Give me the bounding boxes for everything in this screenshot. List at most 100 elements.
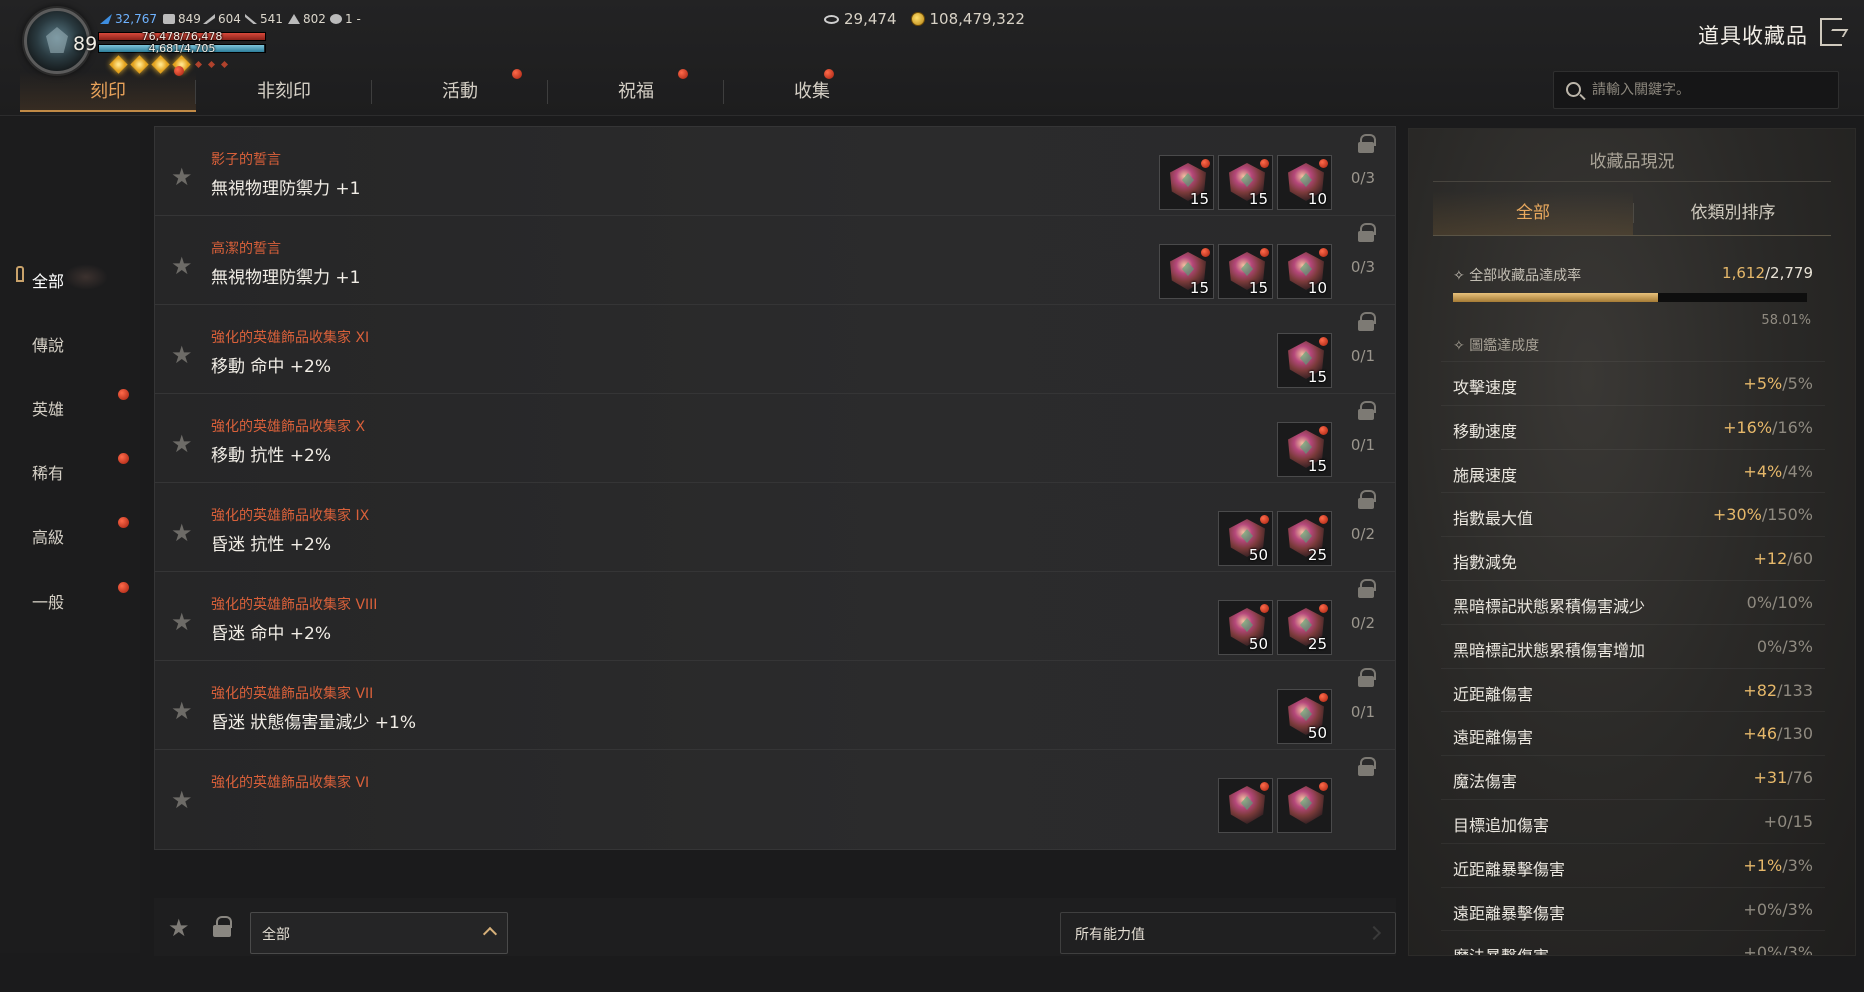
collection-row[interactable]: ★ 強化的英雄飾品收集家 VII 昏迷 狀態傷害量減少 +1% 0/1 50 — [154, 660, 1396, 761]
enhance-level: 15 — [1307, 457, 1327, 475]
lock-icon[interactable] — [1357, 401, 1376, 421]
collection-row[interactable]: ★ 強化的英雄飾品收集家 XI 移動 命中 +2% 0/1 15 — [154, 304, 1396, 405]
stat-value: +1%/3% — [1743, 855, 1813, 875]
tab-status-all[interactable]: 全部 — [1433, 191, 1633, 235]
favorite-star-icon[interactable]: ★ — [171, 430, 193, 458]
grade-sidebar: 全部 傳說 英雄 稀有 高級 一般 — [0, 117, 140, 953]
collection-title: 強化的英雄飾品收集家 XI — [211, 330, 370, 346]
tab-blessing[interactable]: 祝福 — [547, 69, 724, 112]
category-dropdown[interactable]: 全部 — [250, 912, 508, 954]
favorite-star-icon[interactable]: ★ — [171, 252, 193, 280]
collection-row[interactable]: ★ 影子的誓言 無視物理防禦力 +1 0/3 15 15 10 — [154, 126, 1396, 227]
filter-bar: ★ 全部 所有能力值 — [154, 898, 1396, 956]
accessory-gem-icon — [1288, 786, 1324, 824]
stat-row: 黑暗標記狀態累積傷害增加 0%/3% — [1441, 623, 1825, 668]
ability-dropdown[interactable]: 所有能力值 — [1060, 912, 1396, 954]
item-slot[interactable]: 15 — [1159, 155, 1214, 210]
enhance-level: 50 — [1307, 724, 1327, 742]
item-slot[interactable] — [1218, 778, 1273, 833]
exit-icon[interactable] — [1820, 18, 1842, 46]
sidebar-item-normal[interactable]: 一般 — [32, 589, 64, 613]
item-slot[interactable]: 50 — [1218, 600, 1273, 655]
sidebar-item-advanced[interactable]: 高級 — [32, 524, 64, 548]
notification-dot-icon — [1319, 604, 1328, 613]
favorite-star-icon[interactable]: ★ — [171, 163, 193, 191]
collection-row[interactable]: ★ 強化的英雄飾品收集家 IX 昏迷 抗性 +2% 0/2 50 25 — [154, 482, 1396, 583]
notification-dot-icon — [118, 389, 129, 400]
item-slot[interactable]: 10 — [1277, 155, 1332, 210]
collection-row[interactable]: ★ 高潔的誓言 無視物理防禦力 +1 0/3 15 15 10 — [154, 215, 1396, 316]
stat-value: +5%/5% — [1743, 374, 1813, 393]
notification-dot-icon — [1319, 159, 1328, 168]
item-slot[interactable]: 25 — [1277, 511, 1332, 566]
stat-value: 0%/3% — [1756, 636, 1813, 656]
item-slot[interactable]: 15 — [1277, 333, 1332, 388]
overall-completion-label: ✧ 全部收藏品達成率 — [1453, 268, 1582, 284]
stat-extra: 1 - — [330, 12, 361, 26]
item-slot[interactable] — [1277, 778, 1332, 833]
sidebar-item-heroic[interactable]: 英雄 — [32, 396, 64, 420]
collection-title: 強化的英雄飾品收集家 IX — [211, 508, 370, 524]
collection-progress: 0/1 — [1350, 703, 1375, 721]
lock-icon[interactable] — [1357, 312, 1376, 332]
item-slot[interactable]: 50 — [1218, 511, 1273, 566]
sidebar-item-rare[interactable]: 稀有 — [32, 460, 64, 484]
currency-display: 29,474 108,479,322 — [824, 10, 1025, 28]
item-slot[interactable]: 10 — [1277, 244, 1332, 299]
collection-row[interactable]: ★ 強化的英雄飾品收集家 VI — [154, 749, 1396, 850]
stat-value: +0%/3% — [1743, 943, 1813, 956]
lock-filter-icon[interactable] — [212, 916, 232, 938]
enhance-level: 10 — [1307, 190, 1327, 208]
search-box[interactable] — [1553, 71, 1839, 109]
collection-row[interactable]: ★ 強化的英雄飾品收集家 X 移動 抗性 +2% 0/1 15 — [154, 393, 1396, 494]
buff-orb-icon — [151, 55, 170, 74]
notification-dot-icon — [1260, 159, 1269, 168]
tab-non-engraved[interactable]: 非刻印 — [195, 72, 372, 112]
tab-engraved[interactable]: 刻印 — [20, 66, 196, 112]
favorite-star-icon[interactable]: ★ — [171, 519, 193, 547]
lock-icon[interactable] — [1357, 490, 1376, 510]
item-slot[interactable]: 15 — [1277, 422, 1332, 477]
shield-icon — [163, 14, 175, 24]
item-slot[interactable]: 15 — [1218, 155, 1273, 210]
collection-row[interactable]: ★ 強化的英雄飾品收集家 VIII 昏迷 命中 +2% 0/2 50 25 — [154, 571, 1396, 672]
item-slot[interactable]: 25 — [1277, 600, 1332, 655]
search-input[interactable] — [1592, 78, 1828, 102]
favorite-star-icon[interactable]: ★ — [171, 697, 193, 725]
silver-currency: 29,474 — [824, 10, 897, 28]
tab-collect[interactable]: 收集 — [723, 69, 900, 112]
stat-name: 魔法傷害 — [1453, 772, 1518, 792]
lock-icon[interactable] — [1357, 757, 1376, 777]
sidebar-item-legendary[interactable]: 傳說 — [32, 332, 64, 356]
lock-icon[interactable] — [1357, 134, 1376, 154]
lock-icon[interactable] — [1357, 223, 1376, 243]
favorite-star-icon[interactable]: ★ — [171, 341, 193, 369]
lock-icon[interactable] — [1357, 579, 1376, 599]
stat-melee: 604 — [203, 12, 241, 26]
stat-value: +0/15 — [1763, 811, 1813, 831]
chevron-right-icon — [1366, 925, 1382, 941]
item-slot[interactable]: 50 — [1277, 689, 1332, 744]
favorite-filter-star-icon[interactable]: ★ — [168, 914, 190, 942]
collection-effect: 昏迷 抗性 +2% — [211, 535, 332, 555]
notification-dot-icon — [118, 517, 129, 528]
stat-value: +31/76 — [1753, 768, 1813, 788]
collection-title: 高潔的誓言 — [211, 241, 281, 257]
item-slot[interactable]: 15 — [1218, 244, 1273, 299]
notification-dot-icon — [678, 69, 688, 79]
item-slot[interactable]: 15 — [1159, 244, 1214, 299]
collection-effect: 無視物理防禦力 +1 — [211, 179, 361, 199]
divider — [1433, 235, 1831, 236]
notification-dot-icon — [1260, 515, 1269, 524]
favorite-star-icon[interactable]: ★ — [171, 608, 193, 636]
tab-event[interactable]: 活動 — [371, 69, 548, 112]
stat-name: 黑暗標記狀態累積傷害增加 — [1453, 640, 1646, 660]
enhance-level: 15 — [1189, 190, 1209, 208]
tab-status-by-category[interactable]: 依類別排序 — [1633, 191, 1833, 235]
overall-progress-bar — [1453, 293, 1807, 302]
enhance-level: 25 — [1307, 546, 1327, 564]
favorite-star-icon[interactable]: ★ — [171, 786, 193, 814]
sidebar-item-all[interactable]: 全部 — [32, 268, 64, 292]
lock-icon[interactable] — [1357, 668, 1376, 688]
empty-orb-icon — [207, 60, 216, 69]
